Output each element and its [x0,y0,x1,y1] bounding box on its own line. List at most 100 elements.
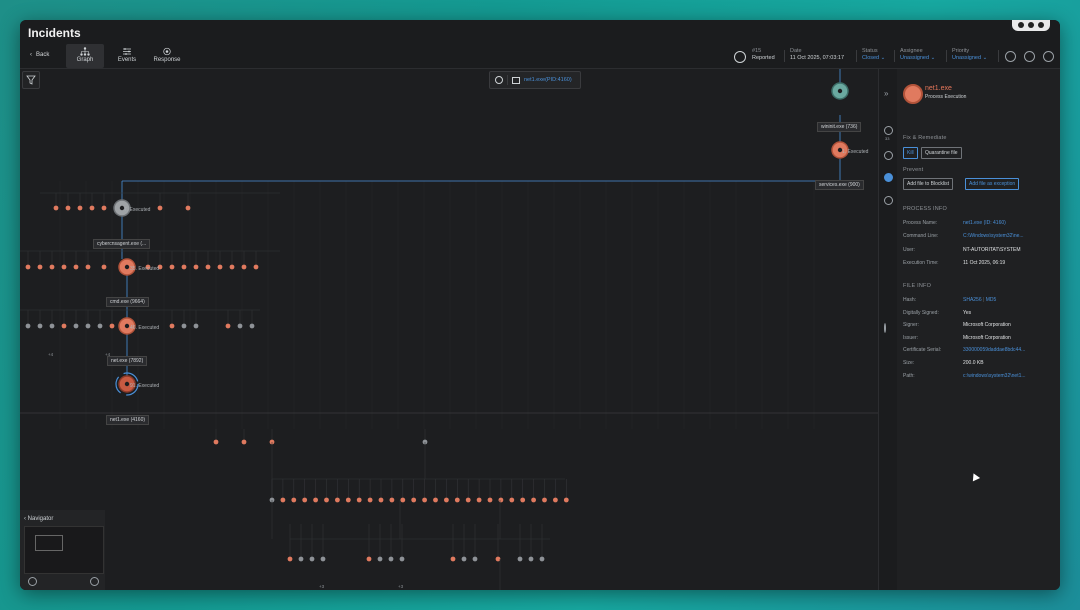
graph-leaf-node[interactable] [399,556,405,562]
graph-leaf-node[interactable] [388,556,394,562]
info-icon[interactable] [884,196,893,205]
fit-view-icon[interactable] [90,577,99,586]
graph-leaf-node[interactable] [542,497,547,503]
exception-button[interactable]: Add file as exception [965,178,1020,190]
collapse-panel-icon[interactable]: » [884,89,888,98]
graph-leaf-node[interactable] [77,205,83,211]
graph-leaf-node[interactable] [509,497,515,503]
back-button[interactable]: ‹ Back [30,52,49,58]
path-link[interactable]: c:\windows\system32\net1... [963,373,1053,379]
collapsed-count[interactable]: +4 [105,352,110,357]
gift-icon[interactable] [1028,22,1034,28]
settings-icon[interactable] [28,577,37,586]
graph-leaf-node[interactable] [193,323,199,329]
graph-leaf-node[interactable] [465,497,471,503]
priority-dropdown[interactable]: Priority Unassigned ⌄ [952,48,987,62]
graph-leaf-node[interactable] [345,497,351,503]
graph-leaf-node[interactable] [65,205,71,211]
graph-search[interactable]: net1.exe(PID:4160) [489,71,581,89]
blocklist-button[interactable]: Add file to Blocklist [903,178,953,190]
process-name-link[interactable]: net1.exe (ID: 4160) [963,220,1053,226]
graph-leaf-node[interactable] [53,205,59,211]
assignee-dropdown[interactable]: Assignee Unassigned ⌄ [900,48,935,62]
graph-leaf-node[interactable] [49,264,55,270]
node-center-dot[interactable] [124,323,130,329]
graph-leaf-node[interactable] [25,323,31,329]
graph-leaf-node[interactable] [101,264,107,270]
collapsed-count[interactable]: +4 [48,352,53,357]
graph-leaf-node[interactable] [389,497,395,503]
node-label-services[interactable]: services.exe (900) [815,180,864,190]
graph-leaf-node[interactable] [89,205,95,211]
graph-leaf-node[interactable] [298,556,304,562]
graph-leaf-node[interactable] [377,556,383,562]
process-graph[interactable]: net1.exe(PID:4160) wininit.exe (736) 1. … [20,69,878,590]
graph-leaf-node[interactable] [241,439,247,445]
graph-leaf-node[interactable] [169,323,175,329]
graph-leaf-node[interactable] [367,497,373,503]
graph-leaf-node[interactable] [181,264,187,270]
graph-leaf-node[interactable] [302,497,308,503]
user-icon[interactable] [1018,22,1024,28]
kill-button[interactable]: Kill [903,147,918,159]
quarantine-button[interactable]: Quarantine file [921,147,962,159]
graph-leaf-node[interactable] [241,264,247,270]
graph-leaf-node[interactable] [563,497,569,503]
node-center-dot[interactable] [124,264,130,270]
list-icon[interactable] [1005,51,1016,62]
graph-leaf-node[interactable] [37,323,43,329]
collapsed-count[interactable]: +3 [398,584,403,589]
graph-leaf-node[interactable] [249,323,255,329]
graph-leaf-node[interactable] [61,264,67,270]
graph-leaf-node[interactable] [335,497,340,503]
graph-leaf-node[interactable] [472,556,478,562]
graph-leaf-node[interactable] [553,497,558,503]
graph-leaf-node[interactable] [169,264,175,270]
graph-leaf-node[interactable] [217,264,223,270]
graph-leaf-node[interactable] [225,323,231,329]
graph-leaf-node[interactable] [229,264,235,270]
graph-leaf-node[interactable] [324,497,329,503]
edit-icon[interactable] [1024,51,1035,62]
graph-leaf-node[interactable] [476,497,482,503]
resize-handle[interactable] [884,323,886,333]
cert-serial-link[interactable]: 330000059daddae8bdc44... [963,347,1053,353]
graph-leaf-node[interactable] [97,323,103,329]
minimap[interactable] [24,526,104,574]
graph-leaf-node[interactable] [73,264,79,270]
tab-response[interactable]: Response [148,44,186,68]
graph-leaf-node[interactable] [280,497,286,503]
command-line-link[interactable]: C:\Windows\system32\ne... [963,233,1053,239]
node-center-dot[interactable] [837,88,843,94]
settings-icon[interactable] [1043,51,1054,62]
node-label-net1[interactable]: net1.exe (4160) [106,415,150,425]
graph-leaf-node[interactable] [287,556,293,562]
graph-leaf-node[interactable] [422,497,427,503]
graph-leaf-node[interactable] [193,264,199,270]
collapsed-count[interactable]: +3 [319,584,324,589]
graph-leaf-node[interactable] [85,323,91,329]
graph-leaf-node[interactable] [25,264,31,270]
graph-leaf-node[interactable] [253,264,259,270]
investigate-icon[interactable] [884,151,893,160]
graph-leaf-node[interactable] [205,264,211,270]
graph-leaf-node[interactable] [539,556,545,562]
graph-leaf-node[interactable] [109,323,115,329]
graph-leaf-node[interactable] [520,497,526,503]
graph-leaf-node[interactable] [498,497,504,503]
graph-leaf-node[interactable] [444,497,449,503]
graph-leaf-node[interactable] [356,497,362,503]
node-label-cmd[interactable]: cmd.exe (9664) [106,297,149,307]
graph-leaf-node[interactable] [291,497,297,503]
filter-button[interactable] [22,71,40,89]
graph-leaf-node[interactable] [454,497,460,503]
graph-leaf-node[interactable] [487,497,493,503]
graph-leaf-node[interactable] [411,497,417,503]
tab-graph[interactable]: Graph [66,44,104,68]
graph-leaf-node[interactable] [366,556,372,562]
sha256-link[interactable]: SHA256 [963,297,982,303]
graph-leaf-node[interactable] [49,323,55,329]
graph-leaf-node[interactable] [237,323,243,329]
graph-leaf-node[interactable] [400,497,406,503]
graph-leaf-node[interactable] [309,556,315,562]
